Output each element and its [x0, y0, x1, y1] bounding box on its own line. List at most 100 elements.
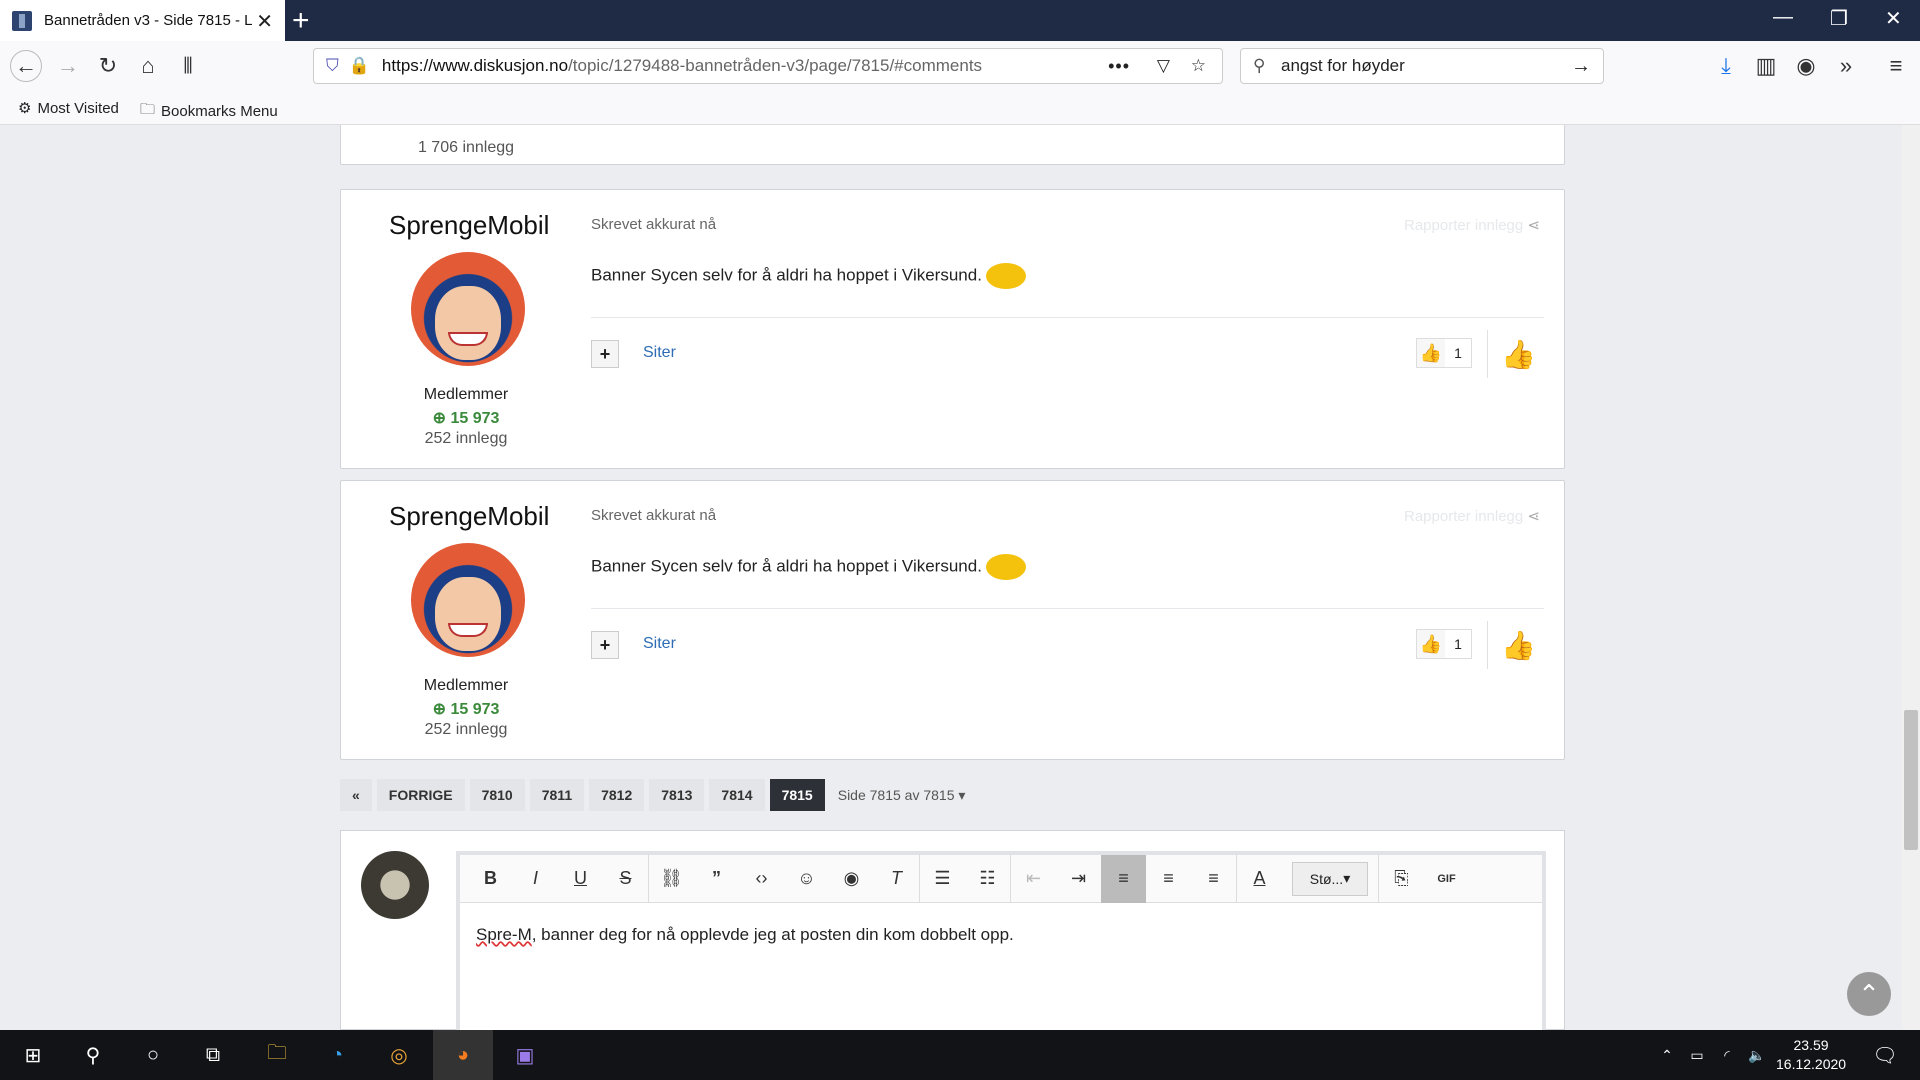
link-icon[interactable]: ⛓	[649, 855, 694, 903]
chrome-icon[interactable]: ◎	[384, 1040, 414, 1070]
battery-icon[interactable]: ▭	[1682, 1040, 1712, 1070]
align-right-icon[interactable]: ≡	[1191, 855, 1236, 903]
spoiler-icon[interactable]: ◉	[829, 855, 874, 903]
search-input[interactable]: ⚲ angst for høyder →	[1240, 48, 1604, 84]
bookmark-most-visited[interactable]: ⚙ Most Visited	[18, 99, 119, 118]
divider	[1487, 330, 1488, 378]
outdent-icon[interactable]: ⇤	[1011, 855, 1056, 903]
tab-active[interactable]: Bannetråden v3 - Side 7815 - L ✕	[0, 0, 285, 41]
discord-icon[interactable]: ▣	[510, 1040, 540, 1070]
search-icon[interactable]: ⚲	[78, 1040, 108, 1070]
restore-icon[interactable]: ❐	[1830, 6, 1848, 31]
page-jump-dropdown[interactable]: Side 7815 av 7815 ▾	[838, 787, 966, 804]
preview-icon[interactable]: ⎘	[1379, 855, 1424, 903]
minimize-icon[interactable]: —	[1773, 6, 1793, 29]
avatar[interactable]	[411, 252, 525, 366]
volume-icon[interactable]: 🔈	[1742, 1040, 1772, 1070]
cortana-icon[interactable]: ○	[138, 1040, 168, 1070]
font-select[interactable]: Stø... ▾	[1292, 861, 1368, 896]
clock[interactable]: 23.59 16.12.2020	[1776, 1036, 1846, 1074]
page-link[interactable]: 7811	[529, 779, 585, 811]
multiquote-button[interactable]: +	[591, 631, 619, 659]
forward-icon[interactable]: →	[52, 50, 84, 82]
strikethrough-icon[interactable]: S	[603, 855, 648, 903]
rich-text-editor[interactable]: B I U S ⛓ ” ‹› ☺ ◉ T ☰ ☷ ⇤ ⇥ ≡ ≡ ≡ A Stø…	[456, 851, 1546, 1030]
align-left-icon[interactable]: ≡	[1101, 854, 1146, 903]
scrollbar-thumb[interactable]	[1904, 710, 1918, 850]
avatar[interactable]	[411, 543, 525, 657]
member-group: Medlemmer	[423, 677, 509, 694]
new-tab-button[interactable]: +	[292, 4, 310, 38]
page-link[interactable]: 7812	[589, 779, 645, 811]
vertical-scrollbar[interactable]	[1902, 125, 1920, 1030]
firefox-icon[interactable]: ◕	[433, 1030, 493, 1080]
clear-format-icon[interactable]: T	[874, 855, 919, 903]
bookmark-label: Bookmarks Menu	[161, 103, 278, 120]
quote-icon[interactable]: ”	[694, 855, 739, 903]
url-bar[interactable]: ⛉ 🔒 https://www.diskusjon.no/topic/12794…	[313, 48, 1223, 84]
pocket-icon[interactable]: ▽	[1157, 56, 1170, 76]
page-link-current[interactable]: 7815	[769, 779, 825, 811]
text-color-icon[interactable]: A	[1237, 855, 1282, 903]
page-info: Side 7815 av 7815	[837, 786, 955, 803]
post-author[interactable]: SprengeMobil	[389, 501, 549, 532]
window-close-icon[interactable]: ✕	[1885, 6, 1902, 31]
reload-icon[interactable]: ↻	[92, 50, 124, 82]
first-page-icon[interactable]: «	[340, 779, 372, 811]
bookmark-star-icon[interactable]: ☆	[1191, 56, 1206, 76]
overflow-icon[interactable]: »	[1830, 50, 1862, 82]
like-button-icon[interactable]: 👍	[1501, 338, 1536, 371]
reputation-value: 15 973	[450, 410, 500, 427]
reaction-count[interactable]: 👍 1	[1416, 629, 1472, 659]
page-link[interactable]: 7813	[649, 779, 705, 811]
plus-circle-icon: ⊕	[432, 410, 451, 427]
editor-text[interactable]: Spre-M, banner deg for nå opplevde jeg a…	[476, 925, 1014, 945]
page-link[interactable]: 7810	[469, 779, 525, 811]
quote-button[interactable]: Siter	[643, 635, 676, 653]
bold-icon[interactable]: B	[468, 855, 513, 903]
like-button-icon[interactable]: 👍	[1501, 629, 1536, 662]
library-icon[interactable]: ⫴	[172, 50, 204, 82]
indent-icon[interactable]: ⇥	[1056, 855, 1101, 903]
chevron-up-icon[interactable]: ⌃	[1652, 1040, 1682, 1070]
post-text: Banner Sycen selv for å aldri ha hoppet …	[591, 556, 982, 576]
share-icon[interactable]: ⋖	[1527, 217, 1540, 234]
post-author[interactable]: SprengeMobil	[389, 210, 549, 241]
report-link[interactable]: Rapporter innlegg ⋖	[1404, 216, 1540, 234]
search-go-icon[interactable]: →	[1571, 55, 1591, 78]
file-explorer-icon[interactable]: 🗀	[262, 1040, 292, 1070]
scroll-to-top-icon[interactable]: ⌃	[1847, 972, 1891, 1016]
tracking-shield-icon[interactable]: ⛉	[326, 56, 339, 76]
sidebar-icon[interactable]: ▥	[1750, 50, 1782, 82]
italic-icon[interactable]: I	[513, 855, 558, 903]
home-icon[interactable]: ⌂	[132, 50, 164, 82]
code-icon[interactable]: ‹›	[739, 855, 784, 903]
emoji-picker-icon[interactable]: ☺	[784, 855, 829, 903]
page-actions-icon[interactable]: •••	[1108, 56, 1130, 77]
account-icon[interactable]: ◉	[1790, 50, 1822, 82]
share-icon[interactable]: ⋖	[1527, 508, 1540, 525]
report-link[interactable]: Rapporter innlegg ⋖	[1404, 507, 1540, 525]
tab-title: Bannetråden v3 - Side 7815 - L	[44, 12, 253, 29]
reaction-count[interactable]: 👍 1	[1416, 338, 1472, 368]
notifications-icon[interactable]: 🗨	[1870, 1040, 1900, 1070]
menu-icon[interactable]: ≡	[1880, 50, 1912, 82]
numbered-list-icon[interactable]: ☷	[965, 855, 1010, 903]
windows-start-icon[interactable]: ⊞	[18, 1040, 48, 1070]
gif-icon[interactable]: GIF	[1424, 855, 1469, 903]
align-center-icon[interactable]: ≡	[1146, 855, 1191, 903]
task-view-icon[interactable]: ⧉	[198, 1040, 228, 1070]
multiquote-button[interactable]: +	[591, 340, 619, 368]
prev-page-button[interactable]: FORRIGE	[376, 779, 465, 811]
bullet-list-icon[interactable]: ☰	[920, 855, 965, 903]
page-link[interactable]: 7814	[709, 779, 765, 811]
report-label: Rapporter innlegg	[1404, 508, 1524, 525]
wifi-icon[interactable]: ◜	[1712, 1040, 1742, 1070]
tab-close-icon[interactable]: ✕	[256, 9, 273, 34]
underline-icon[interactable]: U	[558, 855, 603, 903]
bookmark-menu[interactable]: 🗀 Bookmarks Menu	[140, 99, 278, 124]
quote-button[interactable]: Siter	[643, 344, 676, 362]
downloads-icon[interactable]: ⤓	[1710, 50, 1742, 82]
back-icon[interactable]: ←	[10, 50, 42, 82]
edge-icon[interactable]: ◔	[322, 1040, 352, 1070]
